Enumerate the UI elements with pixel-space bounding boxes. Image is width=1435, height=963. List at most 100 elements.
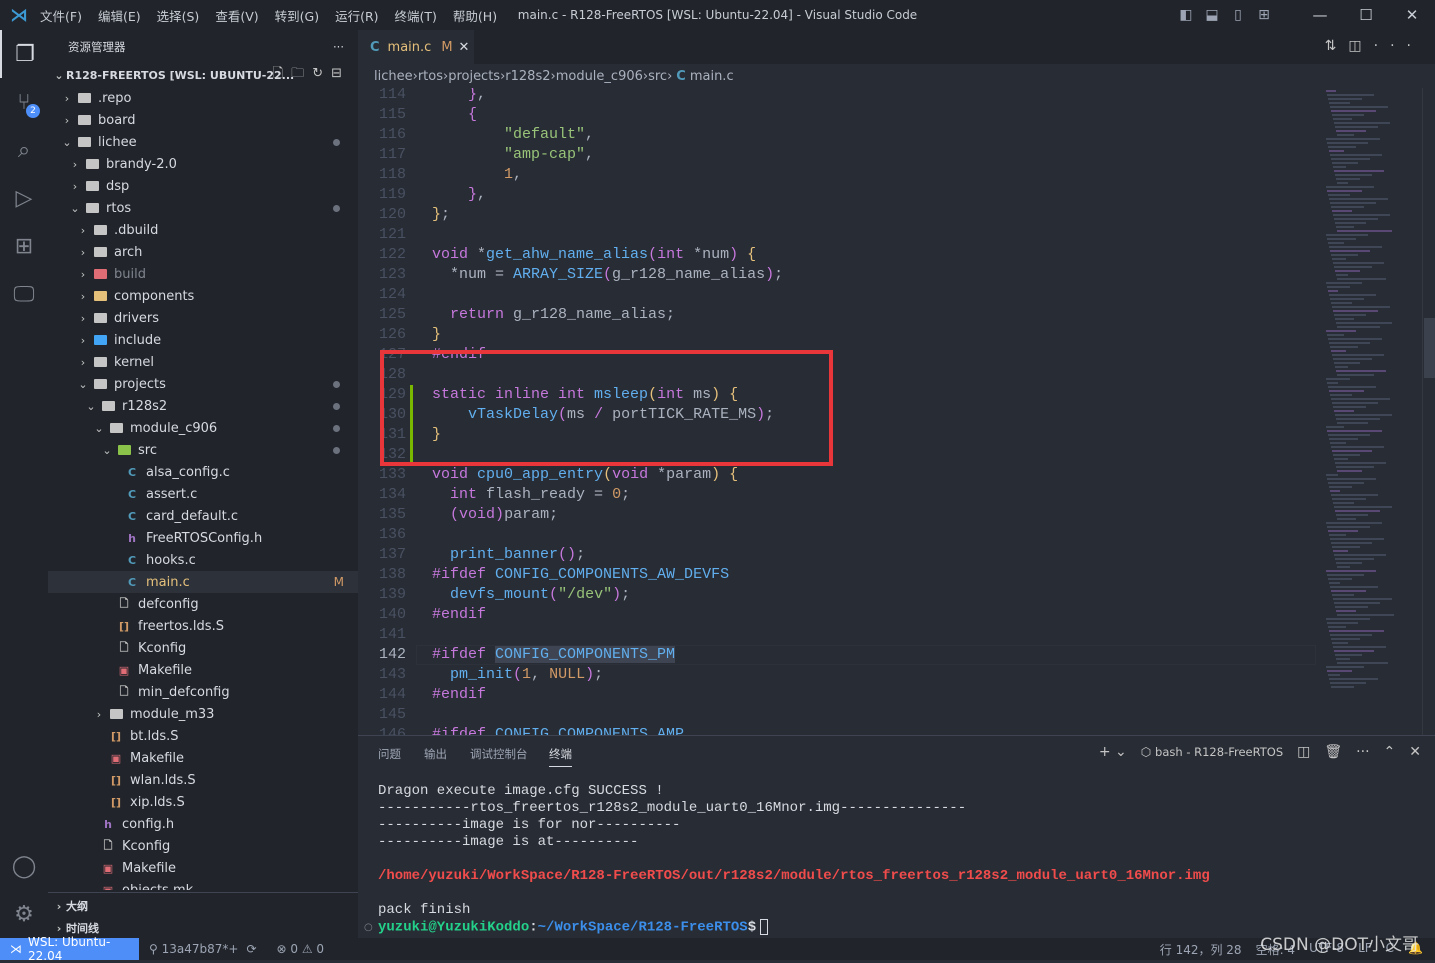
extensions-icon[interactable]: ⊞ bbox=[0, 222, 48, 270]
tree-item[interactable]: ⌄ rtos bbox=[48, 197, 358, 219]
tree-item[interactable]: ⌄ r128s2 bbox=[48, 395, 358, 417]
settings-gear-icon[interactable]: ⚙ bbox=[0, 890, 48, 938]
menu-item[interactable]: 编辑(E) bbox=[98, 6, 141, 25]
breadcrumb-item[interactable]: main.c bbox=[690, 69, 734, 84]
search-icon[interactable]: ⌕ bbox=[0, 126, 48, 174]
tree-item[interactable]: › drivers bbox=[48, 307, 358, 329]
source-control-icon[interactable]: ⑂ 2 bbox=[0, 78, 48, 126]
tree-item[interactable]: ▣ Makefile bbox=[48, 659, 358, 681]
minimap[interactable] bbox=[1318, 88, 1422, 735]
tree-item[interactable]: ⌄ projects bbox=[48, 373, 358, 395]
tree-item[interactable]: h FreeRTOSConfig.h bbox=[48, 527, 358, 549]
breadcrumb-item[interactable]: rtos bbox=[418, 69, 443, 84]
menu-item[interactable]: 文件(F) bbox=[40, 6, 82, 25]
open-changes-icon[interactable]: ⇅ bbox=[1325, 38, 1349, 54]
menu-item[interactable]: 运行(R) bbox=[335, 6, 378, 25]
tree-item[interactable]: ▣ objects.mk bbox=[48, 879, 358, 891]
terminal-prompt[interactable]: yuzuki@YuzukiKoddo:~/WorkSpace/R128-Free… bbox=[378, 919, 769, 936]
new-terminal-icon[interactable]: + ⌄ bbox=[1099, 744, 1127, 760]
panel-tab[interactable]: 问题 bbox=[378, 746, 401, 762]
tab-main-c[interactable]: C main.c M ✕ bbox=[358, 30, 474, 64]
tree-item[interactable]: ⌄ module_c906 bbox=[48, 417, 358, 439]
remote-explorer-icon[interactable]: 🖵 bbox=[0, 270, 48, 318]
minimap-line bbox=[1332, 210, 1352, 212]
tree-item[interactable]: › module_m33 bbox=[48, 703, 358, 725]
tree-item[interactable]: › arch bbox=[48, 241, 358, 263]
explorer-icon[interactable]: ❐ bbox=[0, 30, 48, 78]
terminal-name[interactable]: bash - R128-FreeRTOS bbox=[1155, 745, 1283, 759]
close-tab-icon[interactable]: ✕ bbox=[459, 40, 470, 55]
branch-status[interactable]: ⚲ 13a47b87*+ bbox=[149, 942, 238, 956]
tree-item[interactable]: h config.h bbox=[48, 813, 358, 835]
split-terminal-icon[interactable]: ◫ bbox=[1297, 744, 1310, 760]
more-actions-icon[interactable]: ··· bbox=[333, 40, 344, 54]
tree-item[interactable]: › .repo bbox=[48, 87, 358, 109]
tree-item[interactable]: › build bbox=[48, 263, 358, 285]
tree-item[interactable]: 🗋 defconfig bbox=[48, 593, 358, 615]
tree-item[interactable]: Calsa_config.c bbox=[48, 461, 358, 483]
tree-item[interactable]: Cassert.c bbox=[48, 483, 358, 505]
remote-indicator[interactable]: ⋊ WSL: Ubuntu-22.04 bbox=[0, 935, 139, 963]
tree-item[interactable]: › board bbox=[48, 109, 358, 131]
run-debug-icon[interactable]: ▷ bbox=[0, 174, 48, 222]
panel-tab[interactable]: 终端 bbox=[549, 746, 572, 767]
breadcrumb-item[interactable]: lichee bbox=[374, 69, 413, 84]
panel-tab[interactable]: 调试控制台 bbox=[470, 746, 528, 762]
tree-item[interactable]: › dsp bbox=[48, 175, 358, 197]
breadcrumb-item[interactable]: src bbox=[648, 69, 667, 84]
outline-section[interactable]: › 大纲 bbox=[48, 895, 358, 917]
accounts-icon[interactable]: ◯ bbox=[0, 842, 48, 890]
sync-icon[interactable]: ⟳ bbox=[246, 942, 256, 956]
tree-item[interactable]: › kernel bbox=[48, 351, 358, 373]
editor-scrollbar[interactable] bbox=[1422, 88, 1435, 735]
maximize-button[interactable]: ☐ bbox=[1343, 6, 1389, 24]
menu-item[interactable]: 帮助(H) bbox=[453, 6, 497, 25]
tree-item[interactable]: › include bbox=[48, 329, 358, 351]
kill-terminal-icon[interactable]: 🗑 bbox=[1324, 744, 1342, 760]
new-folder-icon[interactable]: 🗀 bbox=[291, 66, 312, 81]
tree-item[interactable]: [] bt.lds.S bbox=[48, 725, 358, 747]
tree-item[interactable]: [] wlan.lds.S bbox=[48, 769, 358, 791]
maximize-panel-icon[interactable]: ⌃ bbox=[1384, 744, 1396, 760]
tree-item[interactable]: Chooks.c bbox=[48, 549, 358, 571]
close-panel-icon[interactable]: ✕ bbox=[1409, 744, 1421, 760]
tree-item[interactable]: [] xip.lds.S bbox=[48, 791, 358, 813]
menu-item[interactable]: 选择(S) bbox=[157, 6, 200, 25]
toggle-secondary-sidebar-icon[interactable]: ▯ bbox=[1225, 7, 1251, 23]
tree-item[interactable]: 🗋 Kconfig bbox=[48, 835, 358, 857]
tree-item[interactable]: ▣ Makefile bbox=[48, 857, 358, 879]
tree-item[interactable]: › components bbox=[48, 285, 358, 307]
split-editor-icon[interactable]: ◫ bbox=[1348, 38, 1373, 54]
tree-item[interactable]: ▣ Makefile bbox=[48, 747, 358, 769]
cursor-position[interactable]: 行 142，列 28 bbox=[1160, 941, 1242, 958]
close-button[interactable]: ✕ bbox=[1389, 6, 1435, 24]
menu-item[interactable]: 终端(T) bbox=[395, 6, 437, 25]
tree-item[interactable]: ⌄ lichee bbox=[48, 131, 358, 153]
tree-item[interactable]: ⌄ src bbox=[48, 439, 358, 461]
tree-item[interactable]: Cmain.c M bbox=[48, 571, 358, 593]
tree-item[interactable]: › .dbuild bbox=[48, 219, 358, 241]
tree-item[interactable]: 🗋 Kconfig bbox=[48, 637, 358, 659]
more-actions-icon[interactable]: ··· bbox=[1356, 744, 1369, 760]
minimize-button[interactable]: — bbox=[1297, 6, 1343, 24]
tree-item[interactable]: 🗋 min_defconfig bbox=[48, 681, 358, 703]
breadcrumb-item[interactable]: module_c906 bbox=[556, 69, 643, 84]
tree-item[interactable]: Ccard_default.c bbox=[48, 505, 358, 527]
problems-status[interactable]: ⊗ 0 ⚠ 0 bbox=[277, 942, 325, 956]
menu-item[interactable]: 转到(G) bbox=[275, 6, 319, 25]
workspace-header[interactable]: ⌄ R128-FREERTOS [WSL: UBUNTU-22... 🗋🗀↻⊟ bbox=[48, 64, 358, 86]
breadcrumb-item[interactable]: projects bbox=[448, 69, 500, 84]
more-actions-icon[interactable]: ··· bbox=[1374, 38, 1423, 54]
toggle-panel-icon[interactable]: ⬓ bbox=[1199, 7, 1225, 23]
tree-item[interactable]: › brandy-2.0 bbox=[48, 153, 358, 175]
new-file-icon[interactable]: 🗋 bbox=[273, 66, 291, 81]
collapse-all-icon[interactable]: ⊟ bbox=[331, 66, 350, 81]
refresh-icon[interactable]: ↻ bbox=[312, 66, 331, 81]
breadcrumb-item[interactable]: r128s2 bbox=[505, 69, 550, 84]
toggle-sidebar-icon[interactable]: ◧ bbox=[1173, 7, 1199, 23]
customize-layout-icon[interactable]: ⊞ bbox=[1251, 7, 1277, 23]
panel-tab[interactable]: 输出 bbox=[424, 746, 447, 762]
minimap-line bbox=[1326, 474, 1338, 476]
menu-item[interactable]: 查看(V) bbox=[215, 6, 258, 25]
tree-item[interactable]: [] freertos.lds.S bbox=[48, 615, 358, 637]
